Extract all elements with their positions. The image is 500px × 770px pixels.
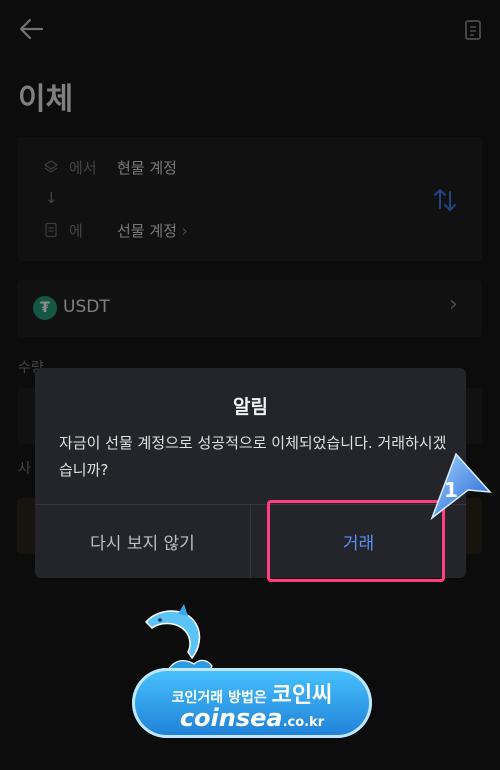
dialog-message: 자금이 선물 계정으로 성공적으로 이체되었습니다. 거래하시겠습니까?: [59, 434, 447, 479]
dont-show-again-button[interactable]: 다시 보지 않기: [35, 505, 250, 578]
pointer-arrow-icon: [430, 452, 492, 520]
coinsea-logo: 코인거래 방법은 코인씨 coinsea.co.kr: [132, 668, 372, 738]
highlight-box: [267, 500, 445, 582]
step-number: 1: [444, 478, 458, 502]
logo-domain: coinsea: [179, 704, 283, 732]
dialog-title: 알림: [233, 396, 268, 418]
logo-tld: .co.kr: [282, 715, 325, 730]
